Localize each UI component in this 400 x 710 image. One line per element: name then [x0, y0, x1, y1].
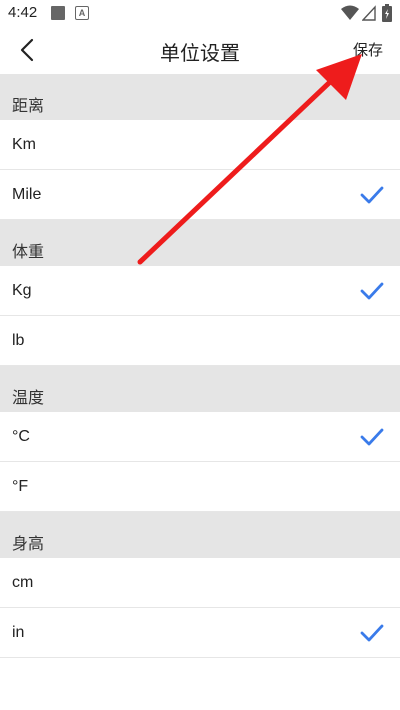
app-header: 单位设置 保存 — [0, 28, 400, 74]
status-bar: 4:42 A — [0, 0, 400, 28]
status-time: 4:42 — [8, 4, 38, 21]
checkmark-icon — [360, 282, 384, 300]
option-row-cm[interactable]: cm — [0, 558, 400, 608]
save-button[interactable]: 保存 — [353, 39, 383, 60]
section-header: 距离 — [0, 74, 400, 120]
unit-settings-list: 距离 Km Mile 体重 Kg lb 温度 °C °F 身高 cm in — [0, 74, 400, 658]
option-label: Km — [12, 136, 36, 153]
option-label: Kg — [12, 282, 32, 299]
section-header: 温度 — [0, 366, 400, 412]
battery-icon — [382, 4, 392, 22]
option-row-fahrenheit[interactable]: °F — [0, 462, 400, 512]
option-row-lb[interactable]: lb — [0, 316, 400, 366]
section-height: 身高 cm in — [0, 512, 400, 658]
section-distance: 距离 Km Mile — [0, 74, 400, 220]
option-row-kg[interactable]: Kg — [0, 266, 400, 316]
wifi-icon — [341, 5, 359, 20]
option-label: °F — [12, 478, 29, 495]
option-row-in[interactable]: in — [0, 608, 400, 658]
page-title: 单位设置 — [160, 41, 240, 65]
option-row-mile[interactable]: Mile — [0, 170, 400, 220]
section-temperature: 温度 °C °F — [0, 366, 400, 512]
signal-icon — [362, 5, 376, 21]
section-weight: 体重 Kg lb — [0, 220, 400, 366]
option-label: Mile — [12, 186, 42, 203]
section-header: 身高 — [0, 512, 400, 558]
checkmark-icon — [360, 428, 384, 446]
checkmark-icon — [360, 624, 384, 642]
option-label: in — [12, 624, 25, 641]
option-label: lb — [12, 332, 25, 349]
checkmark-icon — [360, 186, 384, 204]
option-label: °C — [12, 428, 30, 445]
option-row-celsius[interactable]: °C — [0, 412, 400, 462]
app-a-icon: A — [75, 6, 89, 20]
option-label: cm — [12, 574, 34, 591]
option-row-km[interactable]: Km — [0, 120, 400, 170]
section-header: 体重 — [0, 220, 400, 266]
notification-square-icon — [51, 6, 65, 20]
